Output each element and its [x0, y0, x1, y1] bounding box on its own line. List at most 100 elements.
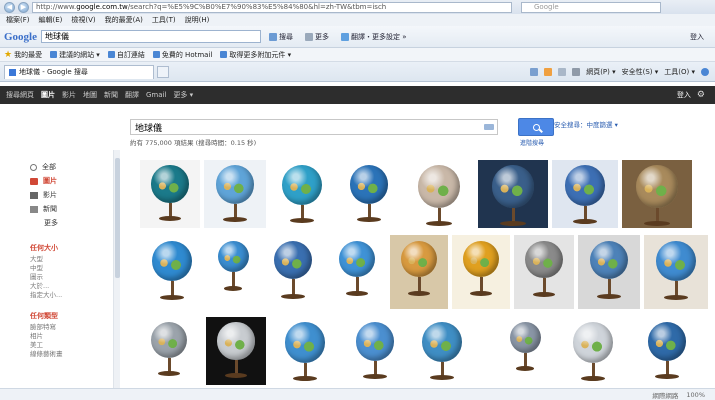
back-button[interactable]: ◀: [4, 1, 15, 13]
keyboard-icon[interactable]: [484, 124, 494, 130]
gbar-signin[interactable]: 登入: [677, 90, 691, 100]
tab-google-search[interactable]: 地球儀 - Google 搜尋: [4, 64, 154, 79]
image-result-thumbnail[interactable]: [344, 317, 406, 385]
menu-favorites[interactable]: 我的最愛(A): [105, 15, 143, 25]
globe-image: [589, 240, 629, 280]
globe-base: [346, 291, 368, 297]
image-result-thumbnail[interactable]: [328, 235, 386, 309]
search-input[interactable]: 地球儀: [130, 119, 498, 135]
image-result-thumbnail[interactable]: [478, 160, 548, 228]
gbar-gmail[interactable]: Gmail: [146, 91, 166, 99]
result-stats: 約有 775,000 項結果 (搜尋時間：0.15 秒): [130, 139, 257, 147]
nav-more[interactable]: 更多: [30, 216, 108, 230]
mail-icon[interactable]: [558, 67, 567, 76]
nav-images[interactable]: 圖片: [30, 174, 108, 188]
toolbar-translate-button[interactable]: 翻譯・更多設定 »: [337, 30, 411, 44]
favorites-bar: ★ 我的最愛 建議的網站 ▾ 自訂連結 免費的 Hotmail 取得更多附加元件 …: [0, 48, 715, 62]
search-button[interactable]: [518, 118, 554, 136]
image-result-thumbnail[interactable]: [140, 160, 200, 228]
menu-edit[interactable]: 編輯(E): [39, 15, 63, 25]
image-result-thumbnail[interactable]: [206, 317, 266, 385]
gbar-translate[interactable]: 翻譯: [125, 90, 139, 100]
feeds-icon[interactable]: [544, 67, 553, 76]
toolbar-signin[interactable]: 登入: [686, 30, 715, 44]
cmd-tools[interactable]: 工具(O) ▾: [664, 67, 695, 77]
image-result-thumbnail[interactable]: [552, 160, 618, 228]
browser-search-input[interactable]: Google: [521, 1, 661, 13]
image-result-thumbnail[interactable]: [560, 317, 626, 385]
globe-base: [363, 373, 387, 379]
image-result-thumbnail[interactable]: [208, 235, 258, 309]
fav-item-label: 取得更多附加元件 ▾: [229, 50, 292, 59]
image-result-thumbnail[interactable]: [140, 317, 198, 385]
toolbar-search-label: 搜尋: [279, 32, 293, 41]
toolbar-search-button[interactable]: 搜尋: [265, 30, 297, 44]
status-zoom[interactable]: 100%: [686, 391, 705, 399]
globe-base: [644, 220, 670, 226]
image-result-thumbnail[interactable]: [514, 235, 574, 309]
gbar-more[interactable]: 更多 ▾: [173, 90, 193, 100]
tab-row: 地球儀 - Google 搜尋 網頁(P) ▾ 安全性(S) ▾ 工具(O) ▾: [0, 62, 715, 82]
home-icon[interactable]: [530, 67, 539, 76]
results-scrollbar[interactable]: [113, 150, 120, 390]
safe-search-link[interactable]: 安全搜尋：中度篩選 ▾: [554, 119, 618, 129]
image-result-thumbnail[interactable]: [578, 235, 640, 309]
gbar-web[interactable]: 搜尋網頁: [6, 90, 34, 100]
globe-base: [426, 220, 452, 226]
google-toolbar-query[interactable]: 地球儀: [41, 30, 261, 43]
cmd-safety[interactable]: 安全性(S) ▾: [622, 67, 659, 77]
menu-file[interactable]: 檔案(F): [6, 15, 30, 25]
nav-all[interactable]: 全部: [30, 160, 108, 174]
nav-label: 圖片: [43, 177, 57, 185]
size-option[interactable]: 指定大小...: [30, 289, 108, 299]
help-icon[interactable]: [701, 67, 709, 76]
nav-videos[interactable]: 影片: [30, 188, 108, 202]
image-result-thumbnail[interactable]: [204, 160, 266, 228]
image-result-thumbnail[interactable]: [390, 235, 448, 309]
globe-image: [509, 322, 541, 354]
image-result-thumbnail[interactable]: [338, 160, 400, 228]
nav-news[interactable]: 新聞: [30, 202, 108, 216]
cmd-page[interactable]: 網頁(P) ▾: [586, 67, 615, 77]
fav-hotmail[interactable]: 免費的 Hotmail: [152, 50, 212, 60]
image-result-thumbnail[interactable]: [622, 160, 692, 228]
gbar-news[interactable]: 新聞: [104, 90, 118, 100]
image-result-thumbnail[interactable]: [636, 317, 698, 385]
image-result-thumbnail[interactable]: [644, 235, 708, 309]
image-result-thumbnail[interactable]: [500, 317, 550, 385]
fav-addons[interactable]: 取得更多附加元件 ▾: [220, 50, 291, 60]
gbar-videos[interactable]: 影片: [62, 90, 76, 100]
image-result-thumbnail[interactable]: [140, 235, 204, 309]
ie-icon: [220, 51, 228, 58]
new-tab-button[interactable]: [157, 65, 169, 78]
scrollbar-thumb[interactable]: [115, 158, 120, 278]
image-result-thumbnail[interactable]: [270, 160, 334, 228]
gear-icon[interactable]: ⚙: [697, 90, 705, 100]
image-result-thumbnail[interactable]: [404, 160, 474, 228]
favorites-button[interactable]: ★ 我的最愛: [4, 50, 42, 60]
type-option[interactable]: 線條藝術畫: [30, 348, 108, 358]
globe-base: [281, 293, 305, 299]
image-result-thumbnail[interactable]: [262, 235, 324, 309]
globe-image: [339, 240, 375, 277]
fav-suggested-sites[interactable]: 建議的網站 ▾: [50, 50, 100, 60]
menu-view[interactable]: 檢視(V): [71, 15, 95, 25]
print-icon[interactable]: [572, 67, 581, 76]
menu-tools[interactable]: 工具(T): [152, 15, 176, 25]
type-filter-title[interactable]: 任何類型: [30, 310, 108, 321]
fav-custom-links[interactable]: 自訂連結: [107, 50, 145, 60]
google-toolbar-logo[interactable]: Google: [4, 31, 37, 43]
url-field[interactable]: http://www. google.com.tw/search?q=%E5%9C…: [32, 1, 512, 13]
gbar-images[interactable]: 圖片: [41, 90, 55, 100]
address-bar: ◀ ▶ http://www. google.com.tw/search?q=%E…: [0, 0, 715, 14]
size-filter-title[interactable]: 任何大小: [30, 242, 108, 253]
image-result-thumbnail[interactable]: [410, 317, 474, 385]
image-result-thumbnail[interactable]: [272, 317, 338, 385]
forward-button[interactable]: ▶: [18, 1, 29, 13]
image-result-thumbnail[interactable]: [452, 235, 510, 309]
advanced-search-link[interactable]: 進階搜尋: [520, 138, 544, 147]
globe-base: [664, 294, 688, 300]
gbar-maps[interactable]: 地圖: [83, 90, 97, 100]
menu-help[interactable]: 說明(H): [185, 15, 210, 25]
toolbar-more-button[interactable]: 更多: [301, 30, 333, 44]
